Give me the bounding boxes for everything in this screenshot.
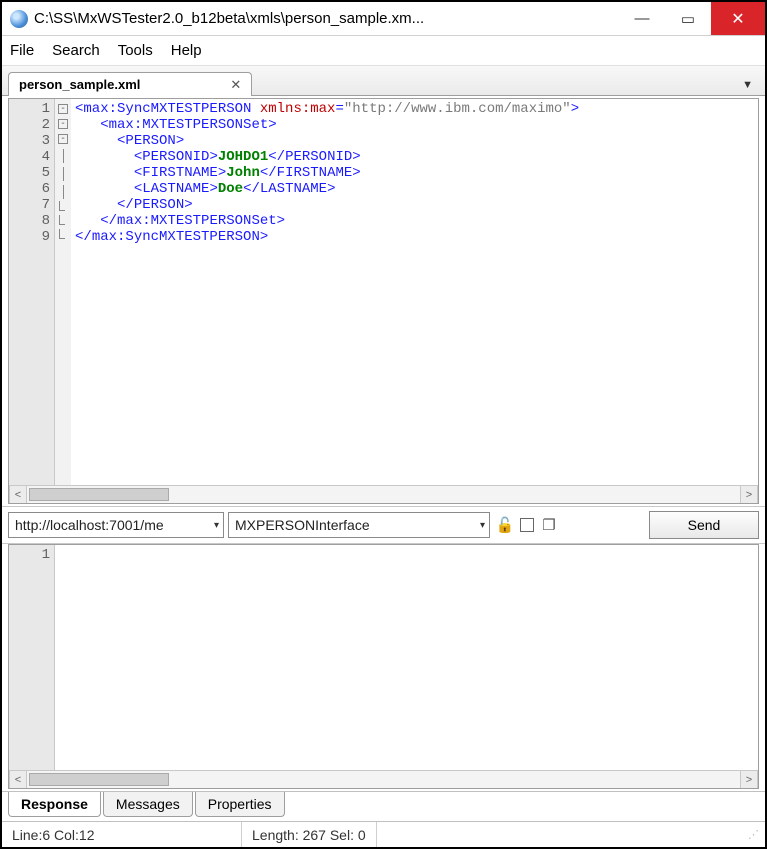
fold-toggle-icon[interactable]: -: [58, 119, 68, 129]
line-number: 1: [17, 101, 50, 117]
line-number: 6: [17, 181, 50, 197]
scroll-right-icon[interactable]: >: [740, 771, 758, 788]
request-toolbar: http://localhost:7001/me ▾ MXPERSONInter…: [2, 506, 765, 544]
chevron-down-icon[interactable]: ▾: [476, 520, 485, 531]
menu-search[interactable]: Search: [52, 42, 100, 59]
line-number: 1: [17, 547, 50, 563]
scroll-thumb[interactable]: [29, 488, 169, 501]
editor-hscrollbar[interactable]: < >: [9, 485, 758, 503]
menu-bar: File Search Tools Help: [2, 36, 765, 66]
tab-close-icon[interactable]: ✕: [230, 77, 241, 93]
maximize-button[interactable]: ▭: [665, 2, 711, 35]
app-icon: [10, 10, 28, 28]
response-gutter: 1: [9, 545, 55, 770]
document-tabstrip: person_sample.xml ✕ ▼: [2, 66, 765, 96]
copy-icon[interactable]: ❐: [538, 513, 560, 537]
line-number: 7: [17, 197, 50, 213]
url-value: http://localhost:7001/me: [15, 517, 210, 533]
line-number: 8: [17, 213, 50, 229]
url-combo[interactable]: http://localhost:7001/me ▾: [8, 512, 224, 538]
interface-combo[interactable]: MXPERSONInterface ▾: [228, 512, 490, 538]
interface-value: MXPERSONInterface: [235, 517, 476, 533]
bottom-tabstrip: Response Messages Properties: [2, 791, 765, 821]
menu-help[interactable]: Help: [171, 42, 202, 59]
scroll-track[interactable]: [27, 771, 740, 788]
editor-scroll[interactable]: 1 2 3 4 5 6 7 8 9 - - - <max:SyncMXTESTP…: [9, 99, 758, 485]
line-number: 5: [17, 165, 50, 181]
send-button[interactable]: Send: [649, 511, 759, 539]
code-area[interactable]: <max:SyncMXTESTPERSON xmlns:max="http://…: [71, 99, 758, 485]
response-hscrollbar[interactable]: < >: [9, 770, 758, 788]
line-number: 2: [17, 117, 50, 133]
line-number: 4: [17, 149, 50, 165]
tab-messages[interactable]: Messages: [103, 792, 193, 817]
menu-file[interactable]: File: [10, 42, 34, 59]
window-titlebar: C:\SS\MxWSTester2.0_b12beta\xmls\person_…: [2, 2, 765, 36]
tab-person-sample[interactable]: person_sample.xml ✕: [8, 72, 252, 96]
menu-tools[interactable]: Tools: [118, 42, 153, 59]
response-scroll[interactable]: 1: [9, 545, 758, 770]
status-position: Line:6 Col:12: [2, 822, 242, 847]
tab-overflow-icon[interactable]: ▼: [736, 75, 759, 95]
option-checkbox[interactable]: [520, 518, 534, 532]
minimize-button[interactable]: —: [619, 2, 665, 35]
scroll-track[interactable]: [27, 486, 740, 503]
editor-panel: 1 2 3 4 5 6 7 8 9 - - - <max:SyncMXTESTP…: [8, 98, 759, 504]
fold-toggle-icon[interactable]: -: [58, 134, 68, 144]
chevron-down-icon[interactable]: ▾: [210, 520, 219, 531]
fold-gutter[interactable]: - - -: [55, 99, 71, 485]
line-number: 9: [17, 229, 50, 245]
scroll-left-icon[interactable]: <: [9, 771, 27, 788]
window-title: C:\SS\MxWSTester2.0_b12beta\xmls\person_…: [34, 10, 619, 27]
scroll-right-icon[interactable]: >: [740, 486, 758, 503]
resize-grip-icon[interactable]: ⋰: [742, 828, 765, 841]
scroll-thumb[interactable]: [29, 773, 169, 786]
scroll-left-icon[interactable]: <: [9, 486, 27, 503]
window-controls: — ▭ ✕: [619, 2, 765, 35]
line-number: 3: [17, 133, 50, 149]
response-code-area[interactable]: [55, 545, 758, 770]
line-number-gutter: 1 2 3 4 5 6 7 8 9: [9, 99, 55, 485]
status-length: Length: 267 Sel: 0: [242, 822, 377, 847]
tab-label: person_sample.xml: [19, 77, 140, 92]
tab-properties[interactable]: Properties: [195, 792, 285, 817]
close-button[interactable]: ✕: [711, 2, 765, 35]
fold-toggle-icon[interactable]: -: [58, 104, 68, 114]
lock-icon[interactable]: 🔓: [494, 513, 516, 537]
response-panel: 1 < >: [8, 544, 759, 789]
tab-response[interactable]: Response: [8, 792, 101, 817]
status-bar: Line:6 Col:12 Length: 267 Sel: 0 ⋰: [2, 821, 765, 847]
